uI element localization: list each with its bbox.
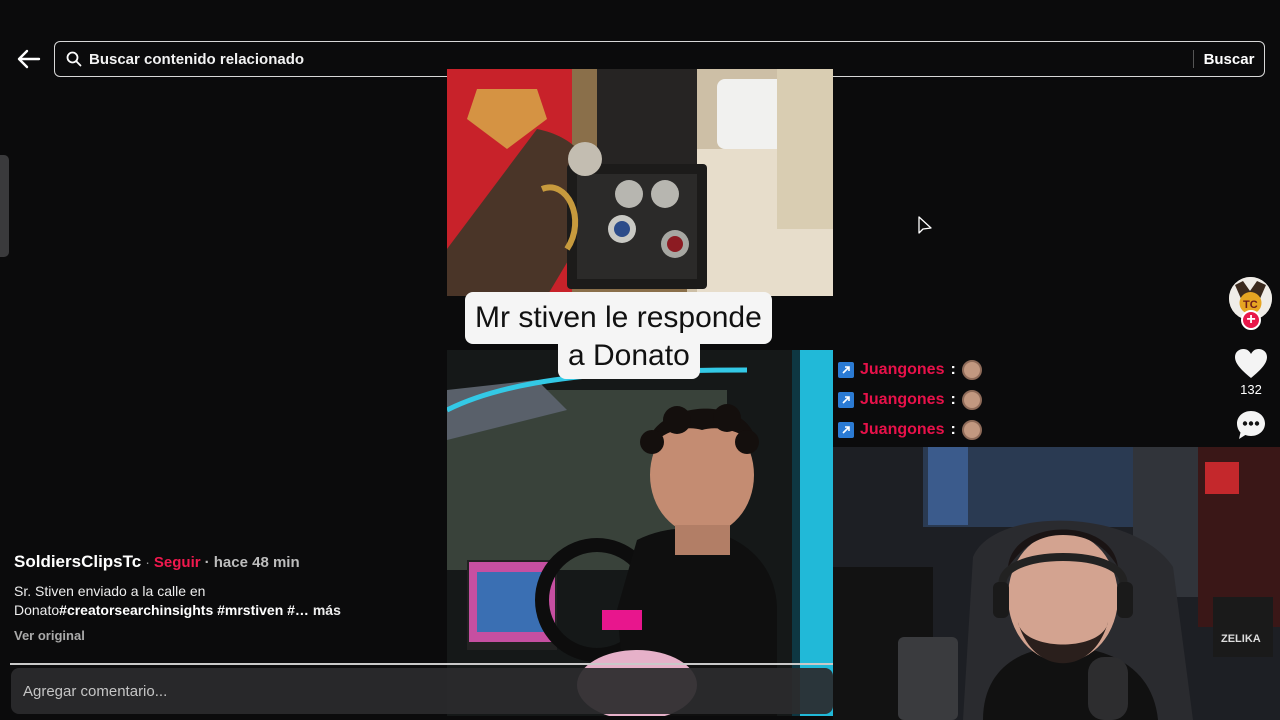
like-button[interactable] xyxy=(1234,348,1268,380)
chat-message: Juangones : xyxy=(838,355,998,385)
view-original-link[interactable]: Ver original xyxy=(14,628,85,643)
watch-box-scene xyxy=(447,69,833,296)
video-viewer: Buscar contenido relacionado Buscar Mr s… xyxy=(0,0,1280,720)
chat-message: Juangones : xyxy=(838,415,998,445)
video-progress-bar[interactable] xyxy=(10,663,833,665)
chat-badge-icon xyxy=(838,392,854,408)
chat-separator: : xyxy=(950,421,956,438)
separator-dot: · xyxy=(145,554,150,570)
side-panel-handle[interactable] xyxy=(0,155,9,257)
chat-username: Juangones xyxy=(860,421,945,438)
search-button[interactable]: Buscar xyxy=(1194,42,1264,76)
back-button[interactable] xyxy=(14,44,44,74)
chat-separator: : xyxy=(950,391,956,408)
description-hashtags[interactable]: #creatorsearchinsights #mrstiven #… xyxy=(59,602,309,618)
follow-plus-button[interactable]: + xyxy=(1241,310,1261,330)
webcam-scene: ZELIKA xyxy=(833,447,1280,720)
video-caption-line2: a Donato xyxy=(558,333,700,379)
chat-username: Juangones xyxy=(860,391,945,408)
video-frame-top xyxy=(447,69,833,296)
author-line: SoldiersClipsTc · Seguir · hace 48 min xyxy=(14,552,444,572)
more-link[interactable]: más xyxy=(313,602,341,618)
chat-emote-icon xyxy=(961,390,982,410)
comment-input[interactable] xyxy=(23,682,833,700)
like-count: 132 xyxy=(1240,382,1262,397)
comment-button[interactable] xyxy=(1234,408,1268,442)
comment-bar xyxy=(11,668,833,714)
chat-separator: : xyxy=(950,361,956,378)
stream-chat: Juangones : Juangones : Juangones : xyxy=(838,355,998,445)
chat-username: Juangones xyxy=(860,361,945,378)
author-name[interactable]: SoldiersClipsTc xyxy=(14,552,141,572)
streamer-webcam: ZELIKA xyxy=(833,447,1280,720)
post-time: · hace 48 min xyxy=(204,554,300,571)
video-frame-bottom xyxy=(447,350,833,716)
webcam-sign-text: ZELIKA xyxy=(1221,633,1261,645)
car-interior-scene xyxy=(447,350,833,716)
back-arrow-icon xyxy=(17,49,41,69)
follow-link[interactable]: Seguir xyxy=(154,554,201,571)
heart-icon xyxy=(1235,349,1267,378)
chat-emote-icon xyxy=(961,360,982,380)
chat-badge-icon xyxy=(838,422,854,438)
chat-emote-icon xyxy=(961,420,982,440)
search-icon xyxy=(59,42,89,76)
post-info: SoldiersClipsTc · Seguir · hace 48 min S… xyxy=(14,552,444,645)
chat-message: Juangones : xyxy=(838,385,998,415)
comment-bubble-icon xyxy=(1237,411,1265,439)
chat-badge-icon xyxy=(838,362,854,378)
post-description: Sr. Stiven enviado a la calle en Donato#… xyxy=(14,582,394,620)
cursor-icon xyxy=(918,216,932,234)
